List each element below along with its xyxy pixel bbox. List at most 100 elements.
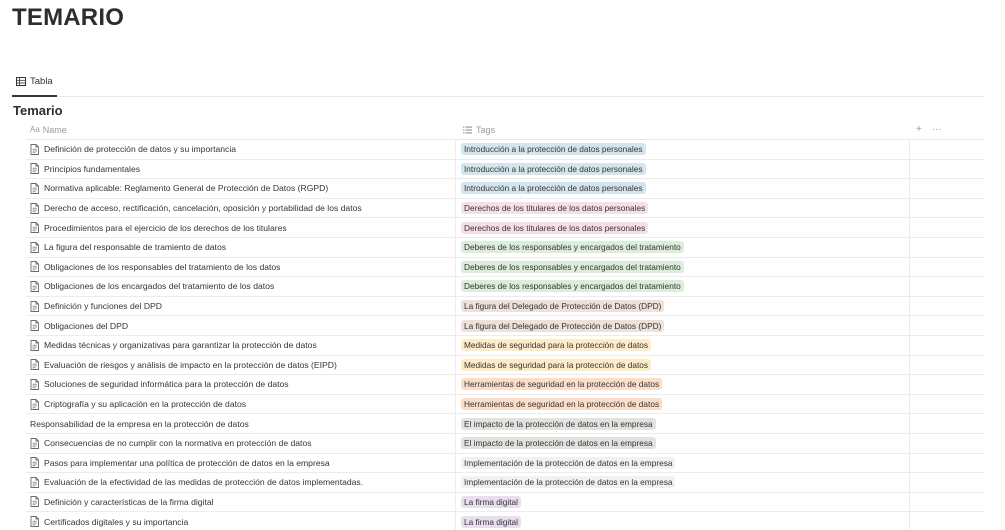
cell-name[interactable]: Certificados digitales y su importancia bbox=[26, 512, 456, 530]
cell-tags[interactable]: Deberes de los responsables y encargados… bbox=[456, 257, 910, 277]
tab-table-view[interactable]: Tabla bbox=[12, 76, 57, 97]
table-row[interactable]: Obligaciones de los responsables del tra… bbox=[26, 257, 984, 278]
row-title: Normativa aplicable: Reglamento General … bbox=[44, 183, 329, 194]
tag-pill: Derechos de los titulares de los datos p… bbox=[461, 202, 649, 215]
row-title: Obligaciones del DPD bbox=[44, 320, 129, 331]
page-title: TEMARIO bbox=[12, 4, 125, 31]
tab-label: Tabla bbox=[30, 76, 53, 87]
row-title: Derecho de acceso, rectificación, cancel… bbox=[44, 203, 362, 214]
table-row[interactable]: Medidas técnicas y organizativas para ga… bbox=[26, 335, 984, 356]
cell-name[interactable]: Consecuencias de no cumplir con la norma… bbox=[26, 433, 456, 453]
database-table: Aa Name Tags + ··· Definición de protecc… bbox=[26, 120, 984, 530]
cell-tags[interactable]: Derechos de los titulares de los datos p… bbox=[456, 198, 910, 218]
cell-name[interactable]: Criptografía y su aplicación en la prote… bbox=[26, 394, 456, 414]
cell-tags[interactable]: Implementación de la protección de datos… bbox=[456, 453, 910, 473]
cell-tags[interactable]: Introducción a la protección de datos pe… bbox=[456, 179, 910, 198]
cell-empty bbox=[910, 512, 984, 530]
cell-empty bbox=[910, 434, 984, 453]
cell-name[interactable]: Medidas técnicas y organizativas para ga… bbox=[26, 335, 456, 355]
cell-empty bbox=[910, 454, 984, 473]
cell-empty bbox=[910, 473, 984, 492]
table-row[interactable]: Pasos para implementar una política de p… bbox=[26, 453, 984, 474]
cell-empty bbox=[910, 395, 984, 414]
cell-name[interactable]: Soluciones de seguridad informática para… bbox=[26, 375, 456, 394]
row-title: Definición y funciones del DPD bbox=[44, 301, 162, 312]
column-header-actions: + ··· bbox=[910, 124, 984, 135]
cell-name[interactable]: Evaluación de la efectividad de las medi… bbox=[26, 473, 456, 492]
cell-tags[interactable]: La firma digital bbox=[456, 492, 910, 512]
tag-pill: Deberes de los responsables y encargados… bbox=[461, 241, 684, 254]
tag-pill: La firma digital bbox=[461, 515, 521, 528]
tag-pill: Derechos de los titulares de los datos p… bbox=[461, 221, 649, 234]
page-icon bbox=[30, 378, 39, 390]
table-row[interactable]: Definición y funciones del DPD La figura … bbox=[26, 296, 984, 317]
cell-name[interactable]: La figura del responsable de tramiento d… bbox=[26, 237, 456, 257]
more-options-button[interactable]: ··· bbox=[932, 124, 942, 135]
text-property-icon: Aa bbox=[30, 125, 40, 134]
cell-name[interactable]: Derecho de acceso, rectificación, cancel… bbox=[26, 198, 456, 218]
cell-tags[interactable]: Derechos de los titulares de los datos p… bbox=[456, 218, 910, 237]
cell-name[interactable]: Normativa aplicable: Reglamento General … bbox=[26, 179, 456, 198]
table-row[interactable]: Definición de protección de datos y su i… bbox=[26, 140, 984, 160]
table-row[interactable]: Consecuencias de no cumplir con la norma… bbox=[26, 433, 984, 454]
cell-name[interactable]: Pasos para implementar una política de p… bbox=[26, 453, 456, 473]
page-icon bbox=[30, 261, 39, 273]
cell-tags[interactable]: Herramientas de seguridad en la protecci… bbox=[456, 394, 910, 414]
cell-tags[interactable]: Deberes de los responsables y encargados… bbox=[456, 277, 910, 296]
table-row[interactable]: Procedimientos para el ejercicio de los … bbox=[26, 218, 984, 238]
cell-tags[interactable]: Introducción a la protección de datos pe… bbox=[456, 140, 910, 159]
cell-tags[interactable]: Deberes de los responsables y encargados… bbox=[456, 237, 910, 257]
page-icon bbox=[30, 496, 39, 508]
table-row[interactable]: Soluciones de seguridad informática para… bbox=[26, 375, 984, 395]
row-title: Criptografía y su aplicación en la prote… bbox=[44, 399, 247, 410]
table-row[interactable]: Certificados digitales y su importancia L… bbox=[26, 512, 984, 530]
tag-pill: Medidas de seguridad para la protección … bbox=[461, 339, 652, 352]
cell-name[interactable]: Procedimientos para el ejercicio de los … bbox=[26, 218, 456, 237]
table-icon bbox=[16, 77, 26, 86]
cell-tags[interactable]: Medidas de seguridad para la protección … bbox=[456, 355, 910, 375]
table-row[interactable]: Principios fundamentales Introducción a l… bbox=[26, 159, 984, 180]
cell-name[interactable]: Obligaciones de los encargados del trata… bbox=[26, 277, 456, 296]
table-row[interactable]: Obligaciones del DPD La figura del Delega… bbox=[26, 316, 984, 336]
cell-tags[interactable]: El impacto de la protección de datos en … bbox=[456, 433, 910, 453]
cell-tags[interactable]: Herramientas de seguridad en la protecci… bbox=[456, 375, 910, 394]
cell-name[interactable]: Principios fundamentales bbox=[26, 159, 456, 179]
table-row[interactable]: La figura del responsable de tramiento d… bbox=[26, 237, 984, 258]
add-property-button[interactable]: + bbox=[916, 124, 922, 135]
page-icon bbox=[30, 437, 39, 449]
cell-name[interactable]: Evaluación de riesgos y análisis de impa… bbox=[26, 355, 456, 375]
page-icon bbox=[30, 359, 39, 371]
tag-pill: Deberes de los responsables y encargados… bbox=[461, 280, 684, 293]
cell-name[interactable]: Responsabilidad de la empresa en la prot… bbox=[26, 414, 456, 433]
tag-pill: La figura del Delegado de Protección de … bbox=[461, 300, 665, 313]
cell-name[interactable]: Obligaciones de los responsables del tra… bbox=[26, 257, 456, 277]
cell-name[interactable]: Definición y funciones del DPD bbox=[26, 296, 456, 316]
row-title: Soluciones de seguridad informática para… bbox=[44, 379, 289, 390]
cell-name[interactable]: Definición de protección de datos y su i… bbox=[26, 140, 456, 159]
cell-tags[interactable]: La figura del Delegado de Protección de … bbox=[456, 296, 910, 316]
cell-name[interactable]: Definición y características de la firma… bbox=[26, 492, 456, 512]
column-header-tags[interactable]: Tags bbox=[456, 125, 910, 135]
table-body: Definición de protección de datos y su i… bbox=[26, 140, 984, 530]
cell-tags[interactable]: La firma digital bbox=[456, 512, 910, 530]
cell-tags[interactable]: El impacto de la protección de datos en … bbox=[456, 414, 910, 433]
row-title: Definición de protección de datos y su i… bbox=[44, 144, 237, 155]
table-row[interactable]: Derecho de acceso, rectificación, cancel… bbox=[26, 198, 984, 219]
table-row[interactable]: Normativa aplicable: Reglamento General … bbox=[26, 179, 984, 199]
cell-name[interactable]: Obligaciones del DPD bbox=[26, 316, 456, 335]
database-title[interactable]: Temario bbox=[13, 103, 63, 118]
cell-empty bbox=[910, 160, 984, 179]
column-header-name[interactable]: Aa Name bbox=[26, 125, 456, 135]
cell-tags[interactable]: Medidas de seguridad para la protección … bbox=[456, 335, 910, 355]
table-row[interactable]: Definición y características de la firma… bbox=[26, 492, 984, 513]
table-row[interactable]: Evaluación de riesgos y análisis de impa… bbox=[26, 355, 984, 376]
cell-tags[interactable]: La figura del Delegado de Protección de … bbox=[456, 316, 910, 335]
cell-tags[interactable]: Implementación de la protección de datos… bbox=[456, 473, 910, 492]
table-row[interactable]: Obligaciones de los encargados del trata… bbox=[26, 277, 984, 297]
table-row[interactable]: Responsabilidad de la empresa en la prot… bbox=[26, 414, 984, 434]
table-row[interactable]: Criptografía y su aplicación en la prote… bbox=[26, 394, 984, 415]
table-row[interactable]: Evaluación de la efectividad de las medi… bbox=[26, 473, 984, 493]
page-icon bbox=[30, 476, 39, 488]
cell-tags[interactable]: Introducción a la protección de datos pe… bbox=[456, 159, 910, 179]
cell-empty bbox=[910, 238, 984, 257]
